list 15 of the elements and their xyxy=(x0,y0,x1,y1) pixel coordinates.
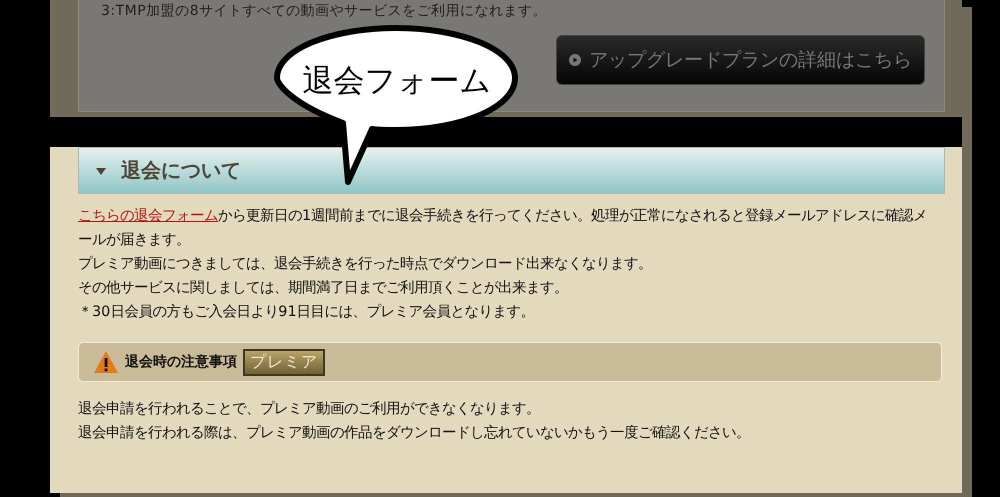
callout-text: 退会フォーム xyxy=(302,62,492,101)
play-icon xyxy=(569,54,581,66)
paragraph: ＊30日会員の方もご入会日より91日目には、プレミア会員となります。 xyxy=(78,302,536,322)
notice-text: 退会申請を行われる際は、プレミア動画の作品をダウンロードし忘れていないかもう一度ご確認ください。 xyxy=(78,424,751,443)
form-link[interactable]: こちらの退会フォーム xyxy=(78,208,218,224)
upgrade-button[interactable]: アップグレードプランの詳細はこちら xyxy=(556,35,925,85)
info-text: 3:TMP加盟の8サイトすべての動画やサービスをご利用になれます。 xyxy=(101,2,548,20)
paragraph: こちらの退会フォームから更新日の1週間前までに退会手続きを行ってください。処理が正常になされると登録メールアドレスに確認メールが届きます。 xyxy=(78,206,928,250)
premium-badge: プレミア xyxy=(243,348,325,376)
warning-icon xyxy=(93,350,119,374)
section-title: 退会について xyxy=(121,157,241,184)
paragraph: その他サービスに関しましては、期間満了日までご利用頂くことが出来ます。 xyxy=(78,279,569,298)
paragraph: プレミア動画につきましては、退会手続きを行った時点でダウンロード出来なくなります。 xyxy=(78,254,653,274)
notice-title: 退会時の注意事項 xyxy=(125,353,237,371)
notice-text: 退会申請を行われることで、プレミア動画のご利用ができなくなります。 xyxy=(78,400,541,419)
